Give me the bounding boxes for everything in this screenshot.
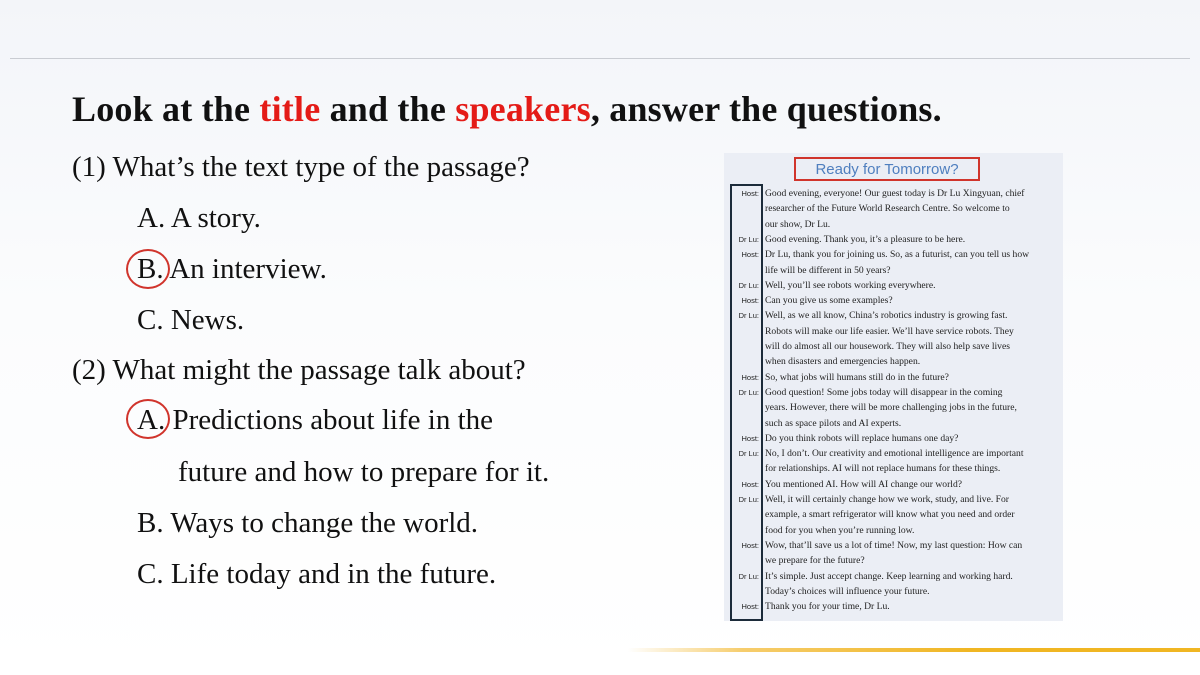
panel-title-highlight: Ready for Tomorrow? bbox=[794, 157, 980, 181]
q2-option-b: B. Ways to change the world. bbox=[137, 505, 478, 541]
q2-option-a: A. Predictions about life in the bbox=[137, 402, 493, 438]
speaker-label: Host: bbox=[741, 602, 759, 612]
bottom-accent-bar bbox=[628, 648, 1200, 652]
q2-option-c-text: Life today and in the future. bbox=[163, 558, 497, 590]
q2-option-c: C. Life today and in the future. bbox=[137, 556, 496, 592]
utterance-text: will do almost all our housework. They w… bbox=[765, 341, 1010, 352]
utterance-text: Good evening. Thank you, it’s a pleasure… bbox=[765, 233, 966, 245]
utterance-text: Well, you’ll see robots working everywhe… bbox=[765, 279, 936, 291]
q2-option-a-text: Predictions about life in the bbox=[165, 404, 493, 436]
utterance-text: You mentioned AI. How will AI change our… bbox=[765, 478, 963, 490]
utterance-text: for relationships. AI will not replace h… bbox=[765, 463, 1001, 475]
utterance-text: food for you when you’re running low. bbox=[765, 524, 915, 536]
q1-option-c: C. News. bbox=[137, 302, 244, 338]
utterance-text: researcher of the Future World Research … bbox=[765, 203, 1010, 215]
top-divider bbox=[10, 58, 1190, 59]
q1-option-b-text: An interview. bbox=[163, 253, 327, 285]
q2-option-a-line2: future and how to prepare for it. bbox=[178, 456, 550, 488]
speaker-label: Host: bbox=[741, 296, 759, 306]
utterance-text: Thank you for your time, Dr Lu. bbox=[765, 601, 890, 613]
speaker-label: Host: bbox=[741, 479, 759, 489]
heading-text-3: , answer the questions. bbox=[590, 89, 942, 129]
transcript-panel: Ready for Tomorrow? Host: Good evening, e… bbox=[724, 153, 1063, 621]
speaker-label: Dr Lu: bbox=[738, 311, 759, 321]
utterance-text: Dr Lu, thank you for joining us. So, as … bbox=[765, 249, 1030, 261]
heading-highlight-speakers: speakers bbox=[455, 89, 591, 129]
utterance-text: Good evening, everyone! Our guest today … bbox=[765, 188, 1025, 199]
utterance-text: Robots will make our life easier. We’ll … bbox=[765, 325, 1014, 337]
speaker-label: Dr Lu: bbox=[738, 387, 759, 397]
heading-text-1: Look at the bbox=[72, 89, 260, 129]
speaker-label: Dr Lu: bbox=[738, 571, 759, 581]
utterance-text: when disasters and emergencies happen. bbox=[765, 356, 921, 368]
answer-circle-q2 bbox=[126, 399, 170, 439]
q1-option-c-letter: C. bbox=[137, 304, 164, 336]
utterance-text: Well, it will certainly change how we wo… bbox=[765, 494, 1009, 505]
utterance-text: Do you think robots will replace humans … bbox=[765, 432, 959, 444]
utterance-text: It’s simple. Just accept change. Keep le… bbox=[765, 570, 1013, 582]
q2-option-b-text: Ways to change the world. bbox=[163, 507, 479, 539]
q1-option-a-text: A story. bbox=[165, 202, 261, 234]
speaker-label: Host: bbox=[741, 540, 759, 550]
heading-highlight-title: title bbox=[259, 89, 321, 129]
utterance-text: such as space pilots and AI experts. bbox=[765, 417, 902, 429]
q2-option-c-letter: C. bbox=[137, 558, 164, 590]
utterance-text: So, what jobs will humans still do in th… bbox=[765, 371, 949, 383]
question-1-prompt: (1) What’s the text type of the passage? bbox=[72, 151, 530, 183]
question-2-prompt: (2) What might the passage talk about? bbox=[72, 354, 526, 386]
utterance-text: Today’s choices will influence your futu… bbox=[765, 585, 930, 597]
answer-circle-q1 bbox=[126, 249, 170, 289]
q1-option-a: A. A story. bbox=[137, 200, 261, 236]
utterance-text: Wow, that’ll save us a lot of time! Now,… bbox=[765, 539, 1023, 551]
utterance-text: Well, as we all know, China’s robotics i… bbox=[765, 310, 1008, 322]
speaker-label: Host: bbox=[741, 372, 759, 382]
utterance-text: example, a smart refrigerator will know … bbox=[765, 509, 1015, 521]
utterance-text: life will be different in 50 years? bbox=[765, 264, 891, 276]
q1-option-c-text: News. bbox=[163, 304, 245, 336]
utterance-text: Good question! Some jobs today will disa… bbox=[765, 386, 1003, 398]
utterance-text: our show, Dr Lu. bbox=[765, 218, 831, 230]
speaker-label: Host: bbox=[741, 189, 759, 198]
speaker-label: Dr Lu: bbox=[738, 449, 759, 459]
speaker-label: Dr Lu: bbox=[738, 234, 759, 244]
speaker-label: Dr Lu: bbox=[738, 280, 759, 290]
utterance-text: No, I don’t. Our creativity and emotiona… bbox=[765, 448, 1024, 460]
utterance-text: years. However, there will be more chall… bbox=[765, 402, 1017, 414]
heading-text-2: and the bbox=[320, 89, 456, 129]
panel-title: Ready for Tomorrow? bbox=[815, 161, 959, 178]
speaker-label: Host: bbox=[741, 250, 759, 260]
q1-option-a-letter: A. bbox=[137, 202, 166, 234]
q2-option-b-letter: B. bbox=[137, 507, 164, 539]
speaker-label: Host: bbox=[741, 433, 759, 443]
speaker-label: Dr Lu: bbox=[738, 495, 759, 504]
utterance-text: we prepare for the future? bbox=[765, 555, 865, 567]
utterance-text: Can you give us some examples? bbox=[765, 295, 893, 307]
slide-heading: Look at the title and the speakers, answ… bbox=[72, 88, 942, 130]
